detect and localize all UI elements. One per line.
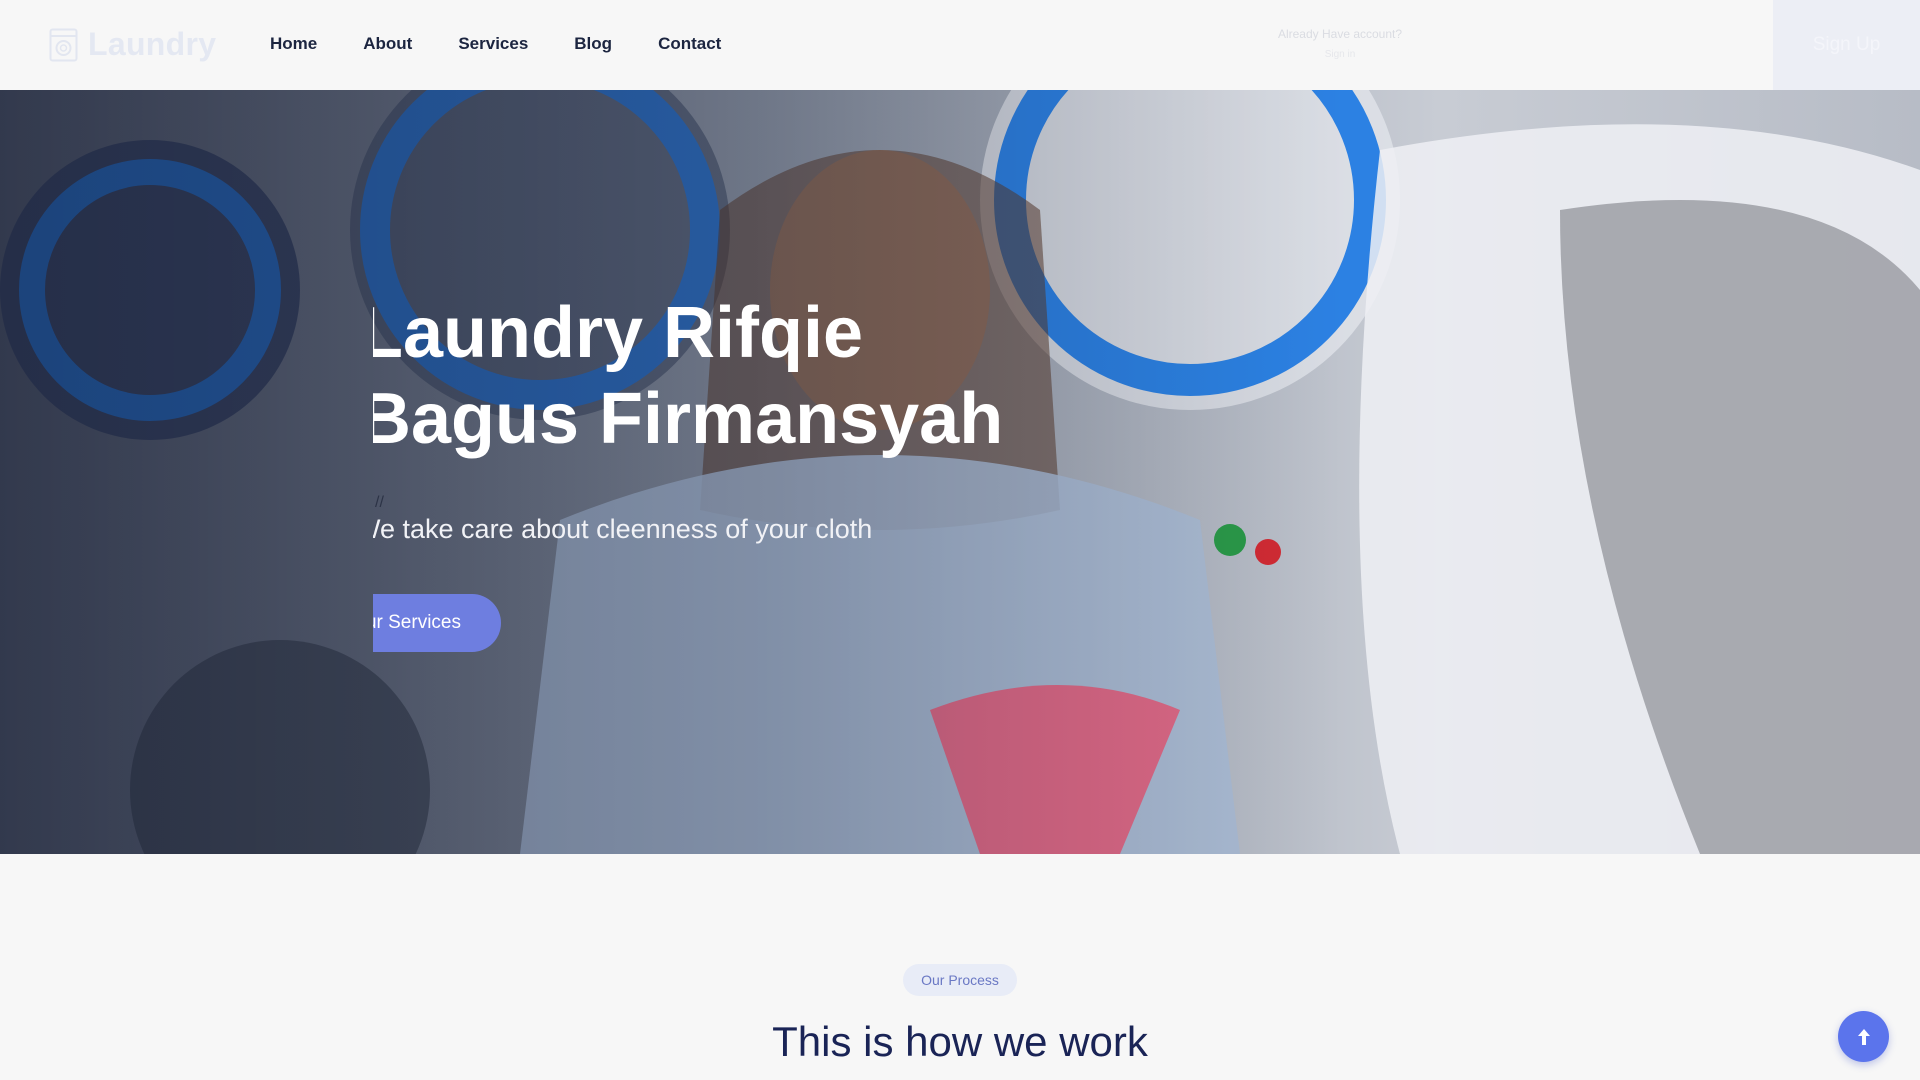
- nav-services[interactable]: Services: [458, 34, 528, 54]
- account-prompt: Already Have account? Sign in: [1270, 27, 1410, 60]
- hero-title-line1: Laundry Rifqie: [373, 293, 864, 373]
- logo-text: Laundry: [88, 26, 217, 62]
- nav-about[interactable]: About: [363, 34, 412, 54]
- hero-divider: //: [375, 494, 384, 511]
- site-logo[interactable]: Laundry: [49, 26, 216, 63]
- washing-machine-icon: [49, 28, 78, 61]
- sign-in-link[interactable]: Sign in: [1270, 49, 1410, 60]
- nav-blog[interactable]: Blog: [574, 34, 612, 54]
- our-services-button[interactable]: Our Services: [373, 594, 501, 652]
- site-header: Laundry Home About Services Blog Contact…: [0, 0, 1920, 90]
- nav-contact[interactable]: Contact: [658, 34, 721, 54]
- process-title: This is how we work: [772, 1018, 1148, 1065]
- process-badge: Our Process: [903, 964, 1017, 996]
- hero-title: Laundry Rifqie Bagus Firmansyah: [373, 290, 1259, 462]
- account-label: Already Have account?: [1277, 27, 1403, 41]
- scroll-to-top-button[interactable]: [1838, 1011, 1889, 1062]
- hero-title-line2: Bagus Firmansyah: [373, 379, 1004, 459]
- sign-up-button[interactable]: Sign Up: [1773, 0, 1920, 90]
- hero-section: Laundry Rifqie Bagus Firmansyah // We ta…: [0, 90, 1920, 854]
- hero-text-block: Laundry Rifqie Bagus Firmansyah // We ta…: [373, 90, 1373, 854]
- nav-home[interactable]: Home: [270, 34, 317, 54]
- main-nav: Home About Services Blog Contact: [270, 34, 721, 54]
- hero-subtitle: We take care about cleenness of your clo…: [373, 514, 873, 544]
- hero-content: Laundry Rifqie Bagus Firmansyah // We ta…: [0, 90, 1920, 854]
- arrow-up-icon: [1857, 1028, 1870, 1045]
